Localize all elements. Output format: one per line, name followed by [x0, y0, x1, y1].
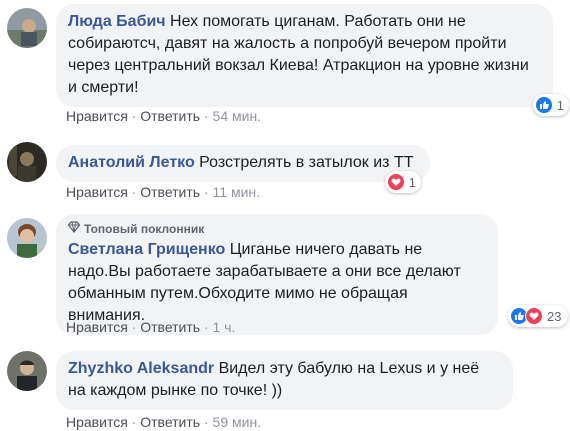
separator: · [203, 319, 213, 335]
like-button[interactable]: Нравится [66, 108, 128, 124]
top-fan-badge: Топовый поклонник [67, 221, 486, 237]
comment-bubble: Zhyzhko Aleksandr Видел эту бабулю на Le… [56, 351, 513, 410]
avatar[interactable] [7, 8, 47, 48]
avatar[interactable] [7, 351, 47, 391]
separator: · [131, 319, 141, 335]
diamond-icon [67, 221, 81, 237]
separator: · [131, 184, 141, 200]
reactions-summary[interactable]: 23 [508, 305, 568, 327]
comment-bubble: Люда Бабич Нех помогать циганам. Работат… [56, 4, 553, 107]
comment-bubble: Топовый поклонник Светлана Грищенко Цига… [56, 214, 498, 335]
reaction-count: 1 [556, 97, 564, 113]
comment-timestamp[interactable]: 1 ч. [213, 319, 236, 335]
like-button[interactable]: Нравится [66, 319, 128, 335]
comment-actions: Нравится · Ответить · 11 мин. [66, 183, 260, 201]
separator: · [131, 414, 141, 430]
comment-timestamp[interactable]: 11 мин. [213, 184, 261, 200]
reaction-count: 23 [547, 308, 562, 324]
love-icon [387, 173, 405, 191]
avatar[interactable] [7, 142, 47, 182]
comment-author[interactable]: Люда Бабич [68, 13, 166, 30]
comment-bubble: Анатолий Летко Розстрелять в затылок из … [56, 145, 430, 182]
comment-timestamp[interactable]: 59 мин. [213, 414, 262, 430]
reactions-summary[interactable]: 1 [533, 94, 569, 116]
reply-button[interactable]: Ответить [140, 319, 200, 335]
comment-author[interactable]: Zhyzhko Aleksandr [68, 360, 214, 377]
separator: · [131, 108, 141, 124]
separator: · [203, 414, 213, 430]
reactions-summary[interactable]: 1 [385, 171, 421, 193]
comment-author[interactable]: Светлана Грищенко [68, 241, 225, 258]
comment-timestamp[interactable]: 54 мин. [213, 108, 262, 124]
comment-actions: Нравится · Ответить · 1 ч. [66, 318, 235, 336]
like-button[interactable]: Нравится [66, 414, 128, 430]
like-icon [535, 96, 553, 114]
love-icon [525, 307, 543, 325]
reply-button[interactable]: Ответить [140, 414, 200, 430]
badge-label: Топовый поклонник [84, 222, 205, 236]
comment-text: Розстрелять в затылок из ТТ [199, 154, 414, 171]
comment-author[interactable]: Анатолий Летко [68, 154, 195, 171]
comment-actions: Нравится · Ответить · 54 мин. [66, 107, 261, 125]
reply-button[interactable]: Ответить [140, 184, 200, 200]
like-button[interactable]: Нравится [66, 184, 128, 200]
comment-actions: Нравится · Ответить · 59 мин. [66, 413, 261, 431]
reply-button[interactable]: Ответить [140, 108, 200, 124]
avatar[interactable] [7, 218, 47, 258]
separator: · [203, 184, 213, 200]
reaction-count: 1 [408, 174, 416, 190]
separator: · [203, 108, 213, 124]
